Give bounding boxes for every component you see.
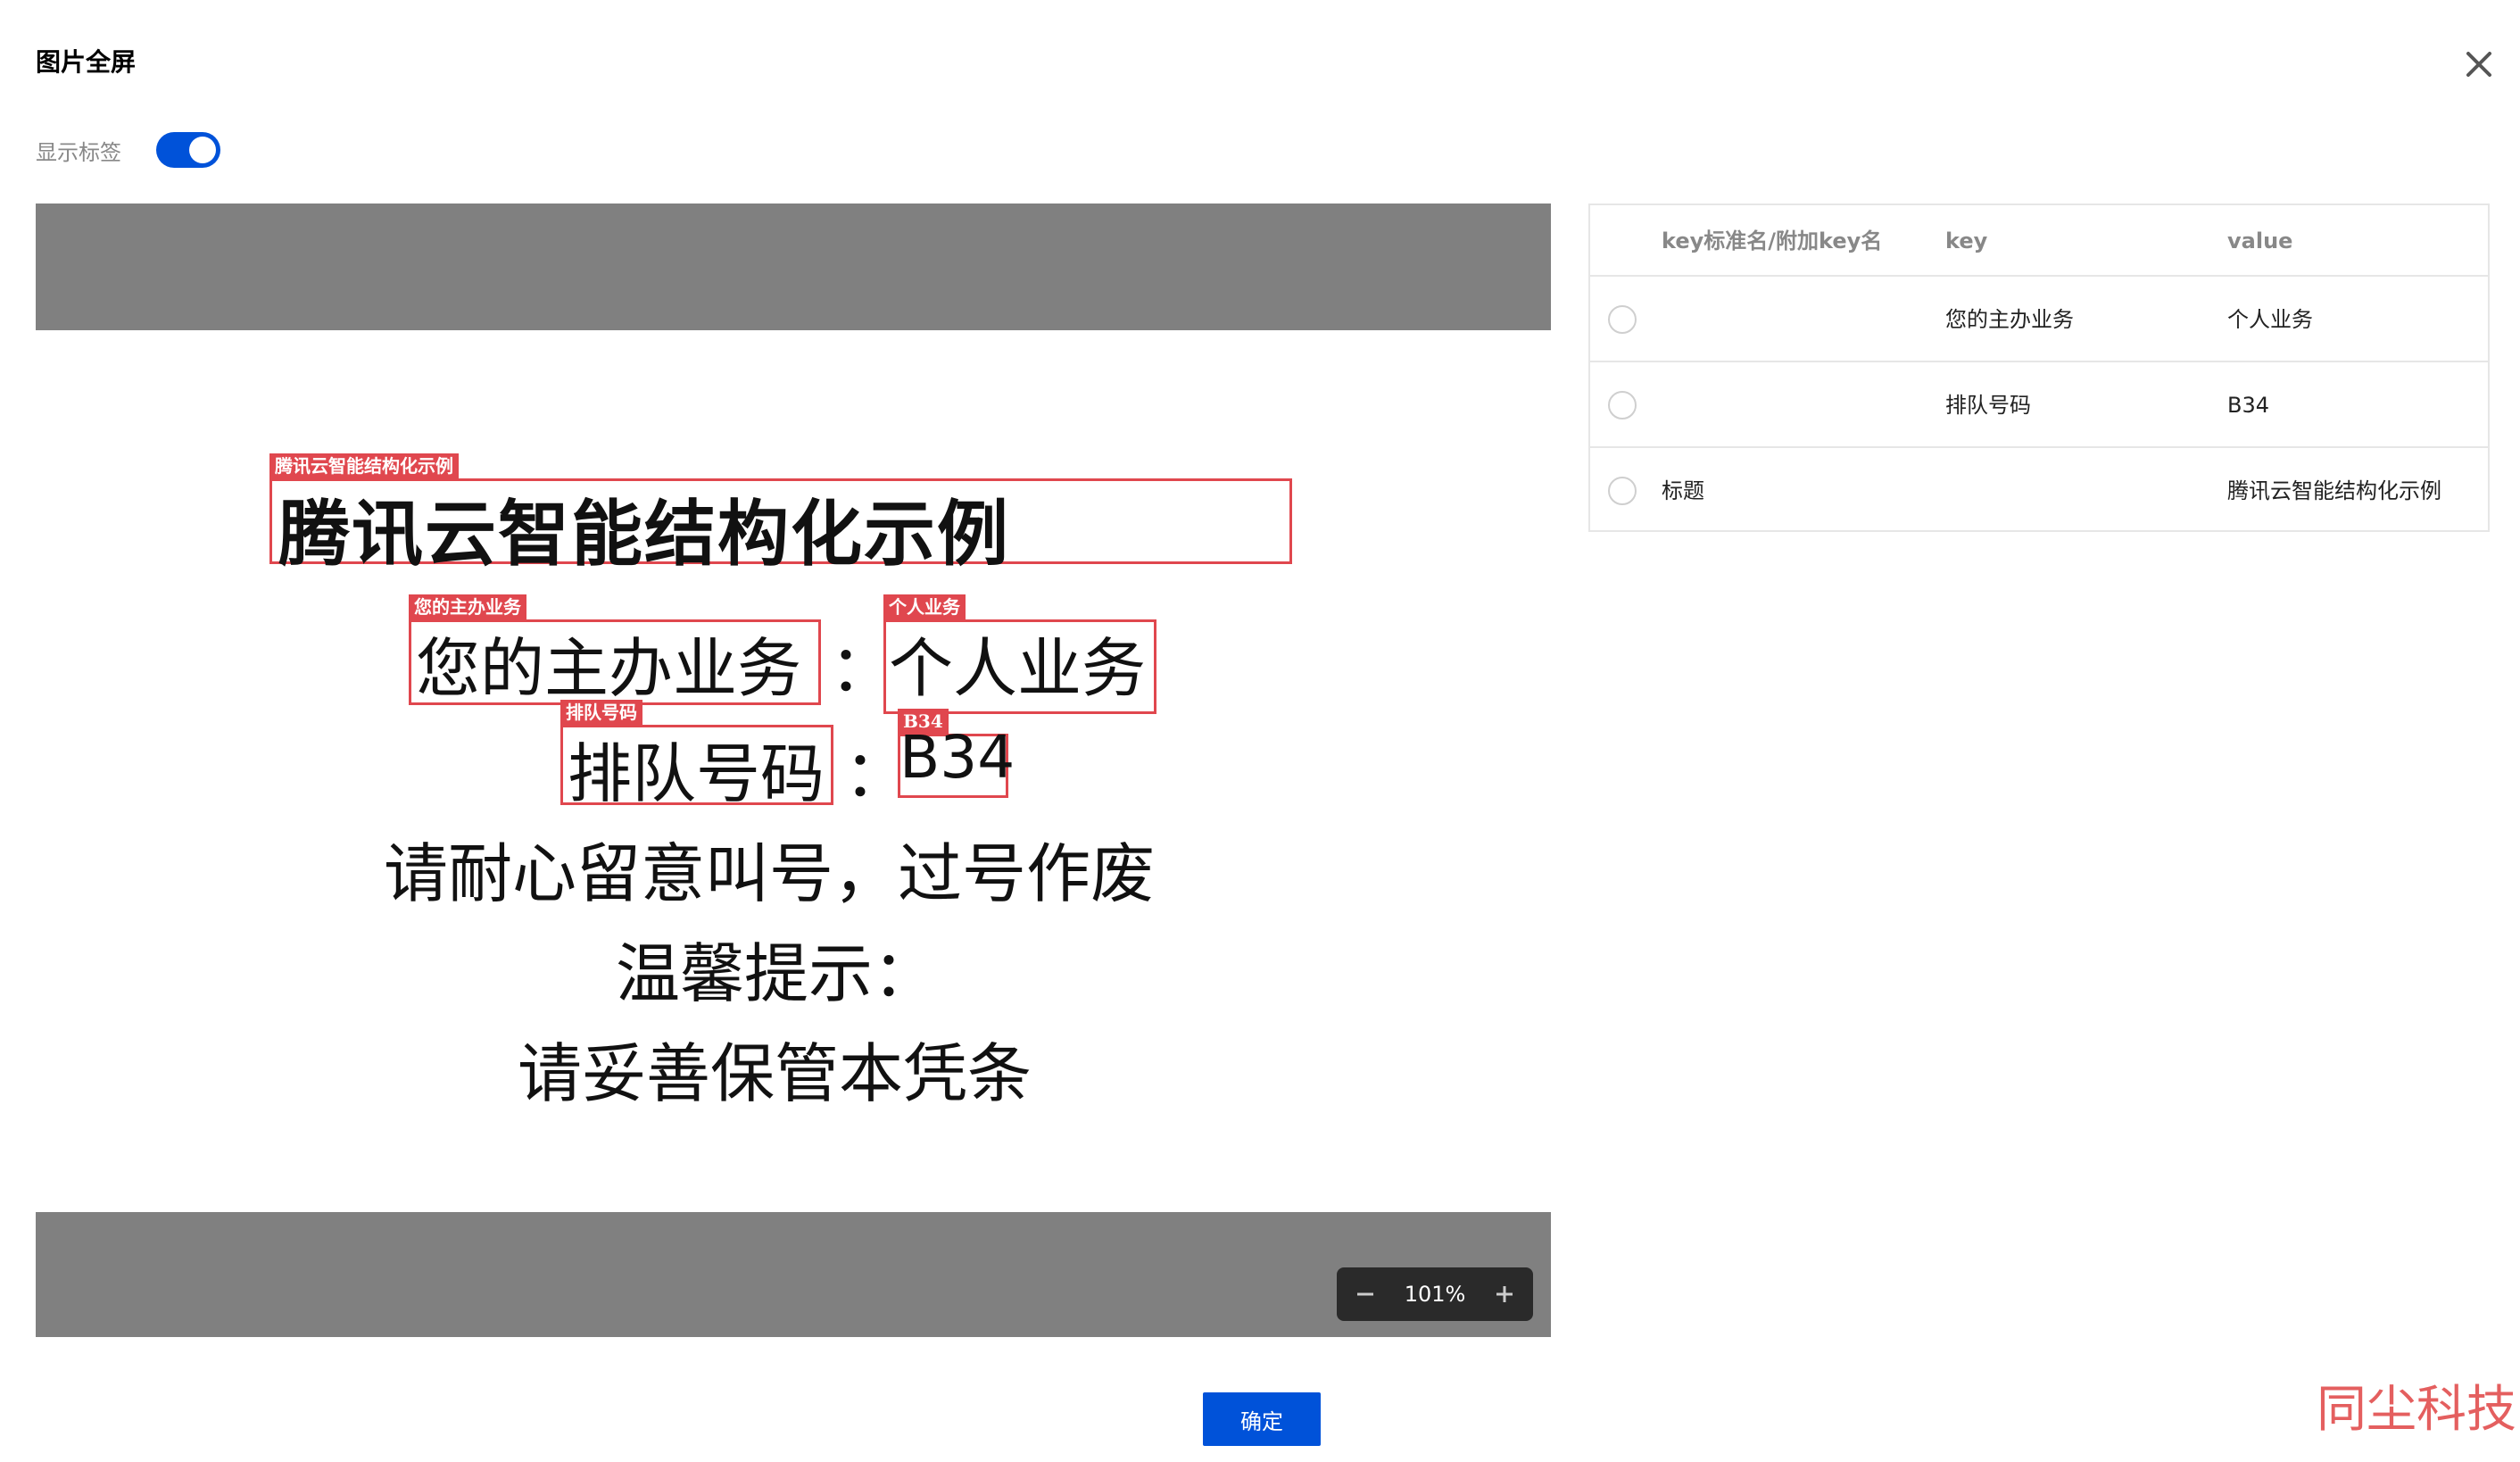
confirm-button[interactable]: 确定 [1203,1392,1321,1446]
toggle-knob [189,137,216,163]
doc-line1-key: 您的主办业务 [416,631,802,706]
doc-line1-colon: ： [830,631,895,706]
close-icon[interactable] [2459,45,2499,84]
doc-line3: 请耐心留意叫号，过号作废 [384,836,1156,911]
viewer-background-top [36,204,1551,330]
column-header-value: value [2227,228,2293,253]
row-radio[interactable] [1608,477,1637,505]
row-radio[interactable] [1608,391,1637,419]
doc-line2-key: 排队号码 [568,736,825,811]
zoom-control: 101% [1337,1267,1533,1321]
cell-key: 您的主办业务 [1945,307,2074,332]
table-row[interactable]: 排队号码 B34 [1590,362,2488,448]
cell-std-name: 标题 [1662,478,1704,503]
plus-icon[interactable] [1490,1280,1519,1308]
bbox-tag-title: 腾讯云智能结构化示例 [269,453,459,478]
column-header-key: key [1945,228,1988,253]
column-header-std-name: key标准名/附加key名 [1662,228,1883,253]
table-row[interactable]: 您的主办业务 个人业务 [1590,277,2488,362]
cell-value: B34 [2227,393,2270,418]
show-labels-label: 显示标签 [36,139,121,165]
table-row[interactable]: 标题 腾讯云智能结构化示例 [1590,448,2488,534]
row-radio[interactable] [1608,305,1637,334]
kv-table-header: key标准名/附加key名 key value [1590,205,2488,277]
doc-title-text: 腾讯云智能结构化示例 [278,493,1010,576]
show-labels-toggle[interactable] [156,132,220,168]
dialog-title: 图片全屏 [36,47,137,77]
show-labels-row: 显示标签 [36,130,220,170]
cell-key: 排队号码 [1945,393,2031,418]
doc-line4: 温馨提示： [616,936,938,1011]
viewer-background-bottom [36,1212,1551,1337]
image-viewer[interactable]: 腾讯云智能结构化示例 腾讯云智能结构化示例 您的主办业务 个人业务 您的主办业务… [36,204,1551,1337]
zoom-value: 101% [1404,1282,1466,1307]
cell-value: 个人业务 [2227,307,2313,332]
kv-table: key标准名/附加key名 key value 您的主办业务 个人业务 排队号码… [1588,204,2490,532]
doc-line2-value: B34 [899,723,1015,792]
cell-value: 腾讯云智能结构化示例 [2227,478,2441,503]
minus-icon[interactable] [1351,1280,1380,1308]
doc-line1-value: 个人业务 [889,631,1147,706]
doc-line5: 请妥善保管本凭条 [518,1036,1032,1111]
watermark: 同尘科技 [2317,1381,2516,1439]
